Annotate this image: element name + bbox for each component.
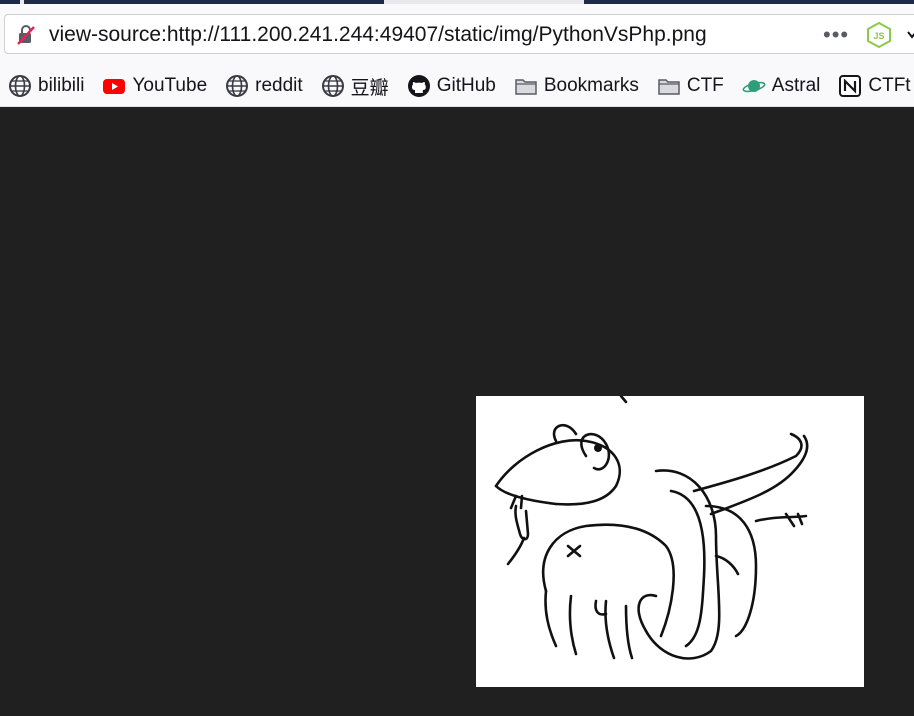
youtube-icon [102, 74, 126, 98]
url-text[interactable]: view-source:http://111.200.241.244:49407… [49, 24, 707, 46]
bookmark-label: reddit [255, 75, 303, 96]
bookmark-github[interactable]: GitHub [407, 70, 496, 102]
bookmark-label: 豆瓣 [350, 77, 389, 99]
bookmark-douban[interactable]: 豆瓣 [321, 70, 389, 102]
bookmark-label: CTFt [868, 75, 911, 96]
bookmark-bilibili[interactable]: bilibili [8, 70, 84, 102]
planet-icon [742, 74, 766, 98]
insecure-lock-icon[interactable] [15, 24, 37, 46]
globe-icon [321, 74, 345, 98]
bookmark-folder-bookmarks[interactable]: Bookmarks [514, 70, 639, 102]
python-vs-php-drawing [494, 394, 809, 660]
globe-icon [225, 74, 249, 98]
bookmark-label: CTF [686, 75, 724, 96]
bookmark-astral[interactable]: Astral [742, 70, 821, 102]
nodejs-extension-icon[interactable]: JS [867, 21, 891, 49]
bookmark-youtube[interactable]: YouTube [102, 70, 207, 102]
bookmark-notion[interactable]: CTFt [838, 70, 911, 102]
bookmark-label: Astral [771, 75, 821, 96]
bookmark-label: bilibili [38, 75, 85, 96]
more-actions-icon[interactable]: ••• [823, 24, 849, 46]
bookmark-label: GitHub [436, 75, 496, 96]
page-content [0, 107, 914, 716]
svg-text:JS: JS [873, 31, 884, 41]
globe-icon [8, 74, 32, 98]
bookmark-label: Bookmarks [543, 75, 639, 96]
folder-icon [657, 74, 681, 98]
notion-icon [838, 74, 862, 98]
bookmark-reddit[interactable]: reddit [225, 70, 303, 102]
bookmark-label: YouTube [132, 75, 208, 96]
bookmarks-toolbar: bilibili YouTube reddit 豆瓣 GitHub Bookma… [0, 66, 914, 107]
github-icon [407, 74, 431, 98]
bookmark-folder-ctf[interactable]: CTF [657, 70, 724, 102]
python-vs-php-image[interactable] [476, 394, 864, 687]
chevron-icon[interactable] [905, 27, 914, 43]
address-bar[interactable]: view-source:http://111.200.241.244:49407… [4, 14, 914, 54]
navigation-toolbar: view-source:http://111.200.241.244:49407… [0, 4, 914, 66]
folder-icon [514, 74, 538, 98]
